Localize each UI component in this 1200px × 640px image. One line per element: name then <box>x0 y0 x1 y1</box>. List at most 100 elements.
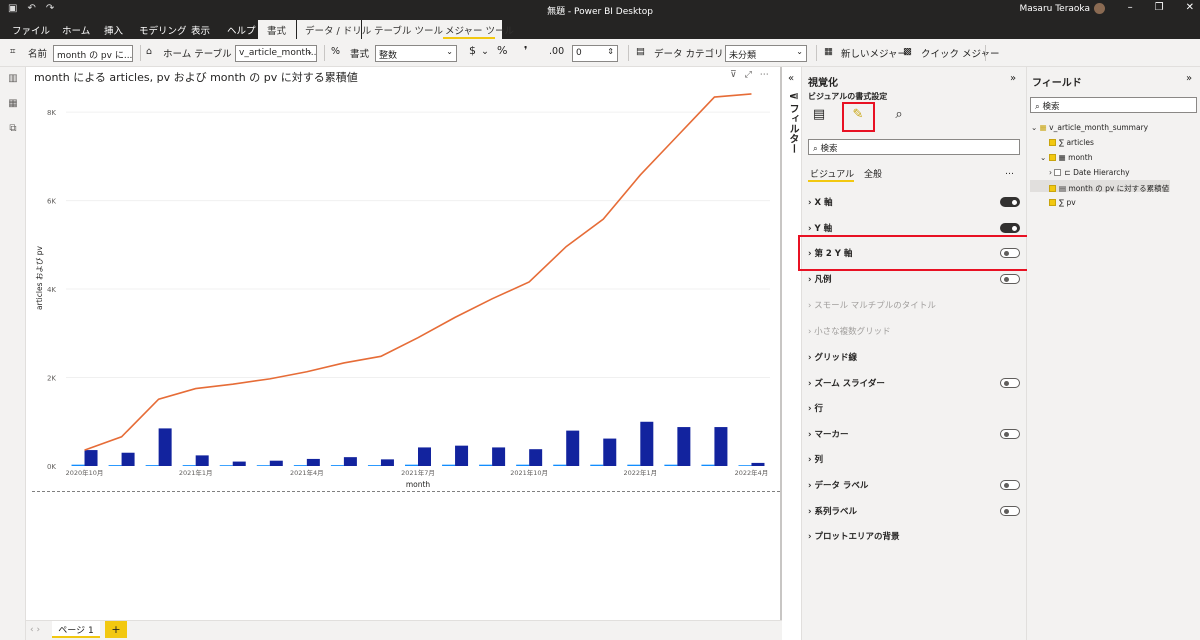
restore-icon[interactable]: ❐ <box>1155 2 1164 13</box>
table-icon: ▦ <box>1039 123 1047 132</box>
page-tabs-bar <box>26 620 802 640</box>
tab-general[interactable]: 全般 <box>864 167 882 180</box>
chart-visual[interactable] <box>32 67 780 492</box>
field-pv[interactable]: ∑ pv <box>1049 198 1076 207</box>
section-label: スモール マルチプルのタイトル <box>814 301 936 311</box>
menu-help[interactable]: ヘルプ <box>227 23 256 37</box>
section-plot-area-background[interactable]: › プロットエリアの背景 <box>808 530 899 542</box>
ribbon-divider <box>985 45 986 61</box>
comma-style-button[interactable]: ❜ <box>524 44 528 57</box>
page-tab-1[interactable]: ページ 1 <box>52 621 100 638</box>
section-data-labels[interactable]: › データ ラベル <box>808 479 868 491</box>
decimal-places-value: 0 <box>576 48 582 58</box>
collapse-chevron-icon[interactable]: » <box>1186 73 1192 84</box>
menu-insert[interactable]: 挿入 <box>104 23 123 37</box>
checkbox[interactable] <box>1054 169 1062 176</box>
measure-name-input[interactable]: month の pv に... <box>53 45 133 62</box>
quick-measure-button[interactable]: クイック メジャー <box>921 46 1000 60</box>
field-date-hierarchy[interactable]: › ⊏ Date Hierarchy <box>1049 168 1130 177</box>
page-nav-arrows[interactable]: ‹ › <box>30 625 40 635</box>
data-category-value: 未分類 <box>729 51 757 61</box>
section-x-axis[interactable]: › X 軸 <box>808 196 832 208</box>
fields-title: フィールド <box>1032 78 1082 89</box>
home-table-value: v_article_month... <box>239 48 317 58</box>
quick-measure-icon[interactable]: ▩ <box>903 46 912 57</box>
x-axis-toggle[interactable] <box>1000 197 1020 207</box>
visual-header-icons: ⊽ ⤢ ⋯ <box>730 70 769 80</box>
user-name[interactable]: Masaru Teraoka <box>1019 4 1090 14</box>
menu-format[interactable]: 書式 <box>267 23 286 37</box>
section-zoom-slider[interactable]: › ズーム スライダー <box>808 377 885 389</box>
table-node[interactable]: ⌄ ▦ v_article_month_summary <box>1031 123 1148 132</box>
data-category-select[interactable]: 未分類 ⌄ <box>725 45 807 62</box>
section-label: 凡例 <box>814 275 832 285</box>
data-labels-toggle[interactable] <box>1000 480 1020 490</box>
series-labels-toggle[interactable] <box>1000 506 1020 516</box>
chevron-down-icon[interactable]: ⌄ <box>481 46 489 57</box>
spinner-icon[interactable]: ⇕ <box>607 47 614 56</box>
checkbox[interactable] <box>1049 199 1056 206</box>
format-value: 整数 <box>379 51 398 61</box>
build-visual-icon[interactable]: ▤ <box>808 104 830 126</box>
more-options-icon[interactable]: ⋯ <box>760 70 769 80</box>
checkbox[interactable] <box>1049 185 1056 192</box>
section-legend[interactable]: › 凡例 <box>808 273 831 285</box>
section-gridlines[interactable]: › グリッド線 <box>808 351 857 363</box>
checkbox[interactable] <box>1048 154 1056 161</box>
section-lines[interactable]: › 行 <box>808 402 823 414</box>
data-category-icon: ▤ <box>636 46 645 57</box>
menu-data-drill[interactable]: データ / ドリル <box>305 23 371 37</box>
section-series-labels[interactable]: › 系列ラベル <box>808 505 857 517</box>
y-axis-toggle[interactable] <box>1000 223 1020 233</box>
add-page-button[interactable]: + <box>105 621 127 638</box>
section-markers[interactable]: › マーカー <box>808 428 848 440</box>
minimize-icon[interactable]: – <box>1128 2 1133 13</box>
avatar[interactable] <box>1094 3 1105 14</box>
new-measure-button[interactable]: 新しいメジャー <box>841 46 907 60</box>
markers-toggle[interactable] <box>1000 429 1020 439</box>
field-label: Date Hierarchy <box>1073 168 1130 177</box>
section-label: 列 <box>814 455 823 465</box>
model-view-icon[interactable]: ⧉ <box>7 123 19 134</box>
tab-visual[interactable]: ビジュアル <box>810 167 854 180</box>
expand-chevron-icon[interactable]: « <box>788 73 794 84</box>
legend-toggle[interactable] <box>1000 274 1020 284</box>
report-view-icon[interactable]: ▥ <box>7 73 19 84</box>
field-cumulative-measure[interactable]: ▤ month の pv に対する累積値 <box>1049 183 1169 194</box>
format-search-input[interactable]: ⌕ 検索 <box>808 139 1020 155</box>
collapse-chevron-icon[interactable]: » <box>1010 73 1016 84</box>
format-select[interactable]: 整数 ⌄ <box>375 45 457 62</box>
menu-modeling[interactable]: モデリング <box>139 23 187 37</box>
highlight-box <box>798 235 1031 271</box>
highlight-box <box>842 102 875 132</box>
more-options-icon[interactable]: … <box>1005 167 1014 177</box>
filters-label[interactable]: ⊽ フィルター <box>786 92 800 154</box>
data-view-icon[interactable]: ▦ <box>7 98 19 109</box>
home-table-label: ホーム テーブル <box>163 49 232 60</box>
field-month[interactable]: ⌄ ▦ month <box>1040 153 1093 162</box>
menu-view[interactable]: 表示 <box>191 23 210 37</box>
title-bar: ▣ ↶ ↷ 無題 - Power BI Desktop Masaru Terao… <box>0 0 1200 18</box>
menu-measure-tools[interactable]: メジャー ツール <box>445 23 514 37</box>
currency-button[interactable]: $ <box>469 44 476 57</box>
menu-table-tools[interactable]: テーブル ツール <box>374 23 443 37</box>
menu-home[interactable]: ホーム <box>62 23 90 37</box>
menu-file[interactable]: ファイル <box>12 23 50 37</box>
home-table-select[interactable]: v_article_month... ⌄ <box>235 45 317 62</box>
fields-search-input[interactable]: ⌕ 検索 <box>1030 97 1197 113</box>
filter-icon[interactable]: ⊽ <box>730 70 737 80</box>
percent-button[interactable]: % <box>497 44 507 57</box>
close-icon[interactable]: ✕ <box>1186 2 1194 13</box>
view-switcher: ▥ ▦ ⧉ <box>0 67 26 640</box>
ribbon-divider <box>140 45 141 61</box>
checkbox[interactable] <box>1049 139 1056 146</box>
field-articles[interactable]: ∑ articles <box>1049 138 1094 147</box>
decimal-places-input[interactable]: 0 ⇕ <box>572 45 618 62</box>
ribbon-divider <box>816 45 817 61</box>
analytics-icon[interactable]: ⌕ <box>888 104 910 126</box>
section-y-axis[interactable]: › Y 軸 <box>808 222 832 234</box>
zoom-slider-toggle[interactable] <box>1000 378 1020 388</box>
focus-mode-icon[interactable]: ⤢ <box>745 70 752 80</box>
section-columns[interactable]: › 列 <box>808 453 823 465</box>
new-measure-icon[interactable]: ▦ <box>824 46 833 57</box>
